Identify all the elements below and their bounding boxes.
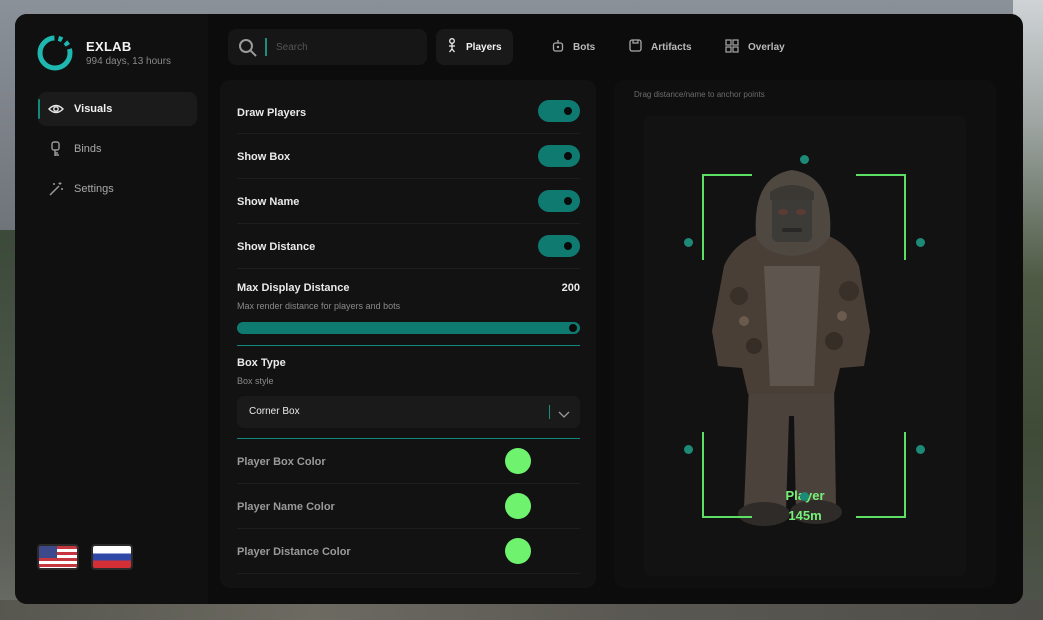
slider-handle[interactable] bbox=[569, 324, 577, 332]
sidebar-item-settings[interactable]: Settings bbox=[38, 172, 197, 206]
esp-box-corner-segment bbox=[702, 174, 752, 176]
setting-name-color: Player Name Color bbox=[237, 484, 580, 529]
setting-label: Show Name bbox=[237, 196, 300, 208]
setting-label: Max Display Distance bbox=[237, 282, 350, 294]
sidebar-item-visuals[interactable]: Visuals bbox=[38, 92, 197, 126]
language-ru-flag[interactable] bbox=[91, 544, 133, 570]
setting-description: Max render distance for players and bots bbox=[237, 301, 401, 311]
anchor-point-top[interactable] bbox=[800, 155, 809, 164]
anchor-point-left-lower[interactable] bbox=[684, 445, 693, 454]
tab-label: Players bbox=[466, 41, 502, 53]
tab-label: Overlay bbox=[748, 41, 785, 53]
tab-players[interactable]: Players bbox=[436, 29, 513, 65]
anchor-point-right-lower[interactable] bbox=[916, 445, 925, 454]
brand-name: EXLAB bbox=[86, 39, 132, 54]
eye-icon bbox=[48, 101, 64, 117]
search-caret bbox=[265, 38, 267, 56]
esp-box-corner-segment bbox=[702, 516, 752, 518]
settings-panel: Draw Players Show Box Show Name Show Dis… bbox=[220, 80, 596, 588]
person-icon bbox=[447, 38, 457, 56]
setting-max-distance: Max Display Distance 200 Max render dist… bbox=[237, 269, 580, 345]
player-model-figure bbox=[712, 170, 870, 526]
preview-canvas: Player 145m bbox=[644, 116, 966, 576]
esp-box-corner-segment bbox=[702, 174, 704, 260]
show-name-toggle[interactable] bbox=[538, 190, 580, 212]
dropdown-divider bbox=[549, 405, 550, 419]
search-box bbox=[228, 29, 427, 65]
max-distance-slider[interactable] bbox=[237, 322, 580, 334]
chevron-down-icon bbox=[558, 406, 570, 424]
setting-label: Show Box bbox=[237, 151, 291, 163]
grid-icon bbox=[725, 38, 739, 56]
logo-icon bbox=[37, 35, 73, 71]
sidebar: EXLAB 994 days, 13 hours Visuals Binds S… bbox=[15, 14, 208, 604]
sidebar-item-binds[interactable]: Binds bbox=[38, 132, 197, 166]
setting-distance-color: Player Distance Color bbox=[237, 529, 580, 574]
esp-box-corner-segment bbox=[702, 432, 704, 518]
setting-label: Player Distance Color bbox=[237, 546, 351, 558]
artifact-icon bbox=[629, 39, 642, 55]
esp-box-corner-segment bbox=[856, 174, 906, 176]
esp-preview-panel: Drag distance/name to anchor points 145m bbox=[614, 80, 996, 588]
key-icon bbox=[48, 141, 64, 157]
tab-label: Artifacts bbox=[651, 41, 692, 53]
esp-box-corner-segment bbox=[904, 174, 906, 260]
setting-label: Box Type bbox=[237, 357, 286, 369]
preview-hint: Drag distance/name to anchor points bbox=[634, 90, 765, 99]
setting-show-name: Show Name bbox=[237, 179, 580, 224]
tab-bots[interactable]: Bots bbox=[541, 29, 606, 65]
app-window: EXLAB 994 days, 13 hours Visuals Binds S… bbox=[15, 14, 1023, 604]
draw-players-toggle[interactable] bbox=[538, 100, 580, 122]
anchor-point-left-upper[interactable] bbox=[684, 238, 693, 247]
player-distance-label[interactable]: 145m bbox=[755, 508, 855, 523]
tab-label: Bots bbox=[573, 41, 596, 53]
sidebar-item-label: Settings bbox=[74, 183, 114, 195]
setting-label: Player Name Color bbox=[237, 501, 335, 513]
setting-label: Show Distance bbox=[237, 241, 316, 253]
dropdown-selected-value: Corner Box bbox=[249, 406, 300, 417]
distance-color-swatch[interactable] bbox=[505, 538, 531, 564]
esp-box-corner-segment bbox=[904, 432, 906, 518]
tab-artifacts[interactable]: Artifacts bbox=[618, 29, 703, 65]
sidebar-item-label: Visuals bbox=[74, 103, 113, 115]
magic-wand-icon bbox=[48, 181, 64, 197]
box-color-swatch[interactable] bbox=[505, 448, 531, 474]
setting-description: Box style bbox=[237, 376, 274, 386]
search-icon bbox=[238, 38, 258, 63]
search-input[interactable] bbox=[276, 38, 416, 56]
esp-box-corner-segment bbox=[856, 516, 906, 518]
subscription-remaining: 994 days, 13 hours bbox=[86, 56, 172, 67]
max-distance-value: 200 bbox=[561, 282, 580, 294]
anchor-point-bottom[interactable] bbox=[800, 492, 809, 501]
language-us-flag[interactable] bbox=[37, 544, 79, 570]
setting-show-distance: Show Distance bbox=[237, 224, 580, 269]
setting-label: Draw Players bbox=[237, 107, 307, 119]
setting-show-box: Show Box bbox=[237, 134, 580, 179]
show-distance-toggle[interactable] bbox=[538, 235, 580, 257]
sidebar-item-label: Binds bbox=[74, 143, 102, 155]
setting-box-color: Player Box Color bbox=[237, 439, 580, 484]
anchor-point-right-upper[interactable] bbox=[916, 238, 925, 247]
setting-box-type: Box Type Box style Corner Box bbox=[237, 346, 580, 439]
setting-label: Player Box Color bbox=[237, 456, 326, 468]
bot-icon bbox=[552, 39, 564, 55]
box-type-dropdown[interactable]: Corner Box bbox=[237, 396, 580, 428]
tab-overlay[interactable]: Overlay bbox=[714, 29, 796, 65]
setting-draw-players: Draw Players bbox=[237, 94, 580, 134]
name-color-swatch[interactable] bbox=[505, 493, 531, 519]
top-bar: Players Bots Artifacts Overlay bbox=[223, 14, 1023, 66]
show-box-toggle[interactable] bbox=[538, 145, 580, 167]
